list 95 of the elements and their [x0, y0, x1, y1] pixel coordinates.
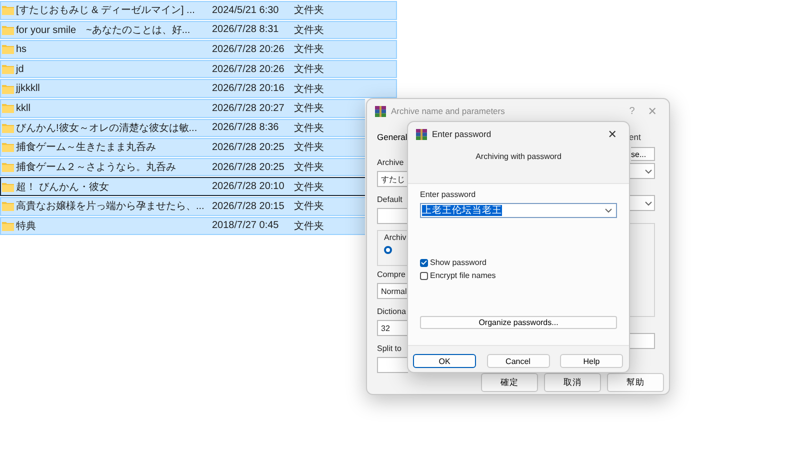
file-row[interactable]: jd 2026/7/28 20:26 文件夹 — [0, 60, 397, 78]
file-row[interactable]: びんかん!彼女～オレの清楚な彼女は敏... 2026/7/28 8:36 文件夹 — [0, 118, 365, 138]
app-icon — [375, 106, 386, 116]
folder-icon — [2, 103, 14, 114]
field-label: Split to — [377, 344, 402, 354]
close-button[interactable]: ✕ — [604, 128, 621, 140]
dialog-heading: Archiving with password — [474, 152, 562, 161]
field-label: Enter password — [420, 190, 477, 200]
folder-icon — [2, 201, 14, 212]
file-row[interactable]: 超！ びんかん・彼女 2026/7/28 20:10 文件夹 — [0, 177, 365, 196]
file-row[interactable]: for your smile ~あなたのことは、好... 2026/7/28 8:31 文件夹 — [0, 20, 397, 40]
window-title: Enter password — [432, 129, 492, 139]
group-label: Archiv — [384, 233, 406, 243]
dropdown-field[interactable]: Normal — [377, 283, 408, 299]
file-row[interactable]: 捕食ゲーム～生きたまま丸呑み 2026/7/28 20:25 文件夹 — [0, 138, 365, 157]
checkbox[interactable]: Encrypt file names — [420, 271, 617, 280]
dialog-button[interactable]: OK — [413, 354, 476, 368]
dialog-button[interactable]: 確定 — [481, 373, 538, 392]
file-date: 2026/7/28 20:25 — [212, 162, 286, 173]
file-name: [すたじおもみじ & ディーゼルマイン] ... — [16, 4, 196, 18]
file-date: 2026/7/28 8:31 — [212, 24, 280, 36]
app-icon — [416, 128, 427, 140]
file-name: jjkkkll — [16, 83, 41, 94]
file-name: 高貴なお嬢様を片っ端から孕ませたら、... — [16, 200, 206, 214]
file-type: 文件夹 — [294, 24, 325, 37]
file-name: jd — [16, 64, 25, 75]
file-date: 2026/7/28 20:27 — [212, 102, 286, 114]
input-field[interactable] — [628, 333, 655, 349]
file-type: 文件夹 — [294, 140, 325, 154]
field-label: Compre — [377, 270, 406, 280]
folder-icon — [2, 220, 14, 231]
file-date: 2026/7/28 8:36 — [212, 122, 280, 134]
file-date: 2026/7/28 20:26 — [212, 44, 286, 55]
file-name: 特典 — [16, 220, 37, 233]
file-name: kkll — [16, 102, 32, 114]
file-name: hs — [16, 44, 28, 55]
file-name: 超！ びんかん・彼女 — [16, 180, 110, 194]
file-row[interactable]: hs 2026/7/28 20:26 文件夹 — [0, 40, 397, 59]
check-icon — [421, 260, 427, 265]
checkbox[interactable]: Show password — [420, 258, 617, 267]
folder-icon — [2, 122, 14, 133]
folder-icon — [2, 84, 14, 94]
radio-button[interactable] — [384, 246, 392, 254]
file-row[interactable]: [すたじおもみじ & ディーゼルマイン] ... 2024/5/21 6:30 文件夹 — [0, 1, 397, 20]
file-type: 文件夹 — [294, 200, 325, 214]
file-type: 文件夹 — [294, 122, 325, 135]
dialog-button[interactable]: 幫助 — [607, 373, 664, 392]
dialog-button[interactable]: Cancel — [486, 354, 550, 368]
file-date: 2018/7/27 0:45 — [212, 220, 280, 232]
file-type: 文件夹 — [294, 62, 325, 76]
folder-icon — [2, 162, 14, 172]
dropdown-field[interactable] — [628, 163, 655, 179]
input-field[interactable]: すたじ — [377, 171, 408, 187]
organize-passwords-button[interactable]: Organize passwords... — [420, 316, 617, 329]
file-type: 文件夹 — [294, 160, 325, 174]
dialog-button[interactable]: 取消 — [544, 373, 601, 392]
file-type: 文件夹 — [294, 82, 325, 96]
file-type: 文件夹 — [294, 180, 325, 194]
folder-icon — [2, 64, 14, 74]
file-date: 2026/7/28 20:26 — [212, 64, 286, 75]
field-label: Dictiona — [377, 307, 407, 317]
folder-icon — [2, 5, 14, 16]
file-type: 文件夹 — [294, 42, 325, 56]
file-type: 文件夹 — [294, 220, 325, 233]
dialog-button[interactable]: Help — [560, 354, 623, 368]
file-row[interactable]: 特典 2018/7/27 0:45 文件夹 — [0, 216, 365, 236]
field-label: Archive — [377, 158, 405, 168]
folder-icon — [2, 24, 14, 35]
file-row[interactable]: 捕食ゲーム２～さようなら。丸呑み 2026/7/28 20:25 文件夹 — [0, 158, 365, 176]
dropdown-field[interactable]: 32 — [377, 320, 408, 336]
file-row[interactable]: kkll 2026/7/28 20:27 文件夹 — [0, 98, 365, 118]
input-field[interactable] — [377, 357, 408, 373]
folder-icon — [2, 182, 14, 192]
tab[interactable]: General — [377, 131, 408, 144]
file-date: 2026/7/28 20:16 — [212, 83, 286, 94]
file-name: for your smile ~あなたのことは、好... — [16, 24, 192, 37]
file-date: 2024/5/21 6:30 — [212, 4, 280, 16]
browse-button[interactable]: se... — [631, 147, 655, 161]
file-type: 文件夹 — [294, 4, 325, 18]
dropdown-field[interactable] — [628, 195, 655, 211]
field-label: Default — [377, 195, 404, 205]
file-name: びんかん!彼女～オレの清楚な彼女は敏... — [16, 122, 198, 135]
folder-icon — [2, 44, 14, 54]
file-row[interactable]: 高貴なお嬢様を片っ端から孕ませたら、... 2026/7/28 20:15 文件夹 — [0, 196, 365, 216]
file-date: 2026/7/28 20:25 — [212, 142, 286, 153]
file-name: 捕食ゲーム～生きたまま丸呑み — [16, 140, 157, 154]
file-date: 2026/7/28 20:10 — [212, 181, 286, 192]
file-type: 文件夹 — [294, 102, 325, 116]
password-field[interactable]: 上老王伦坛当老王 — [420, 203, 617, 218]
file-name: 捕食ゲーム２～さようなら。丸呑み — [16, 160, 177, 174]
folder-icon — [2, 142, 14, 152]
input-field[interactable] — [377, 208, 408, 224]
file-row[interactable]: jjkkkll 2026/7/28 20:16 文件夹 — [0, 79, 397, 98]
file-date: 2026/7/28 20:15 — [212, 200, 286, 212]
window-title: Archive name and parameters — [391, 106, 506, 116]
